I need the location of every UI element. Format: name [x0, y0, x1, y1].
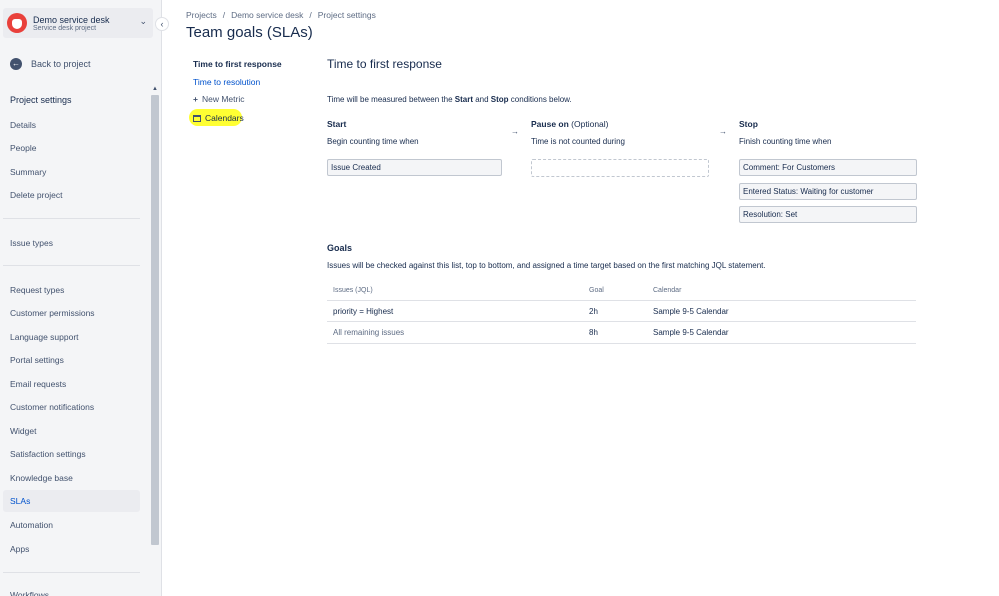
app-root: Demo service desk Service desk project ⌄… [0, 0, 999, 596]
arrow-right-icon: → [719, 127, 727, 136]
scroll-up-icon[interactable]: ▲ [150, 84, 160, 94]
sidebar-item-knowledge-base[interactable]: Knowledge base [3, 467, 140, 489]
sidebar-item-apps[interactable]: Apps [3, 538, 140, 560]
breadcrumb-projects[interactable]: Projects [186, 10, 217, 20]
goal-calendar: Sample 9-5 Calendar [653, 328, 729, 337]
arrow-left-icon: ← [10, 57, 22, 70]
goal-jql: priority = Highest [333, 307, 394, 316]
sidebar-item-email-requests[interactable]: Email requests [3, 373, 140, 395]
sidebar-item-customer-notifications[interactable]: Customer notifications [3, 396, 140, 418]
sidebar-divider [3, 265, 140, 266]
sidebar-item-people[interactable]: People [3, 137, 140, 159]
goals-description: Issues will be checked against this list… [327, 261, 766, 270]
pause-optional-label: (Optional) [571, 119, 609, 129]
back-to-project-link[interactable]: ← Back to project [10, 55, 91, 70]
sidebar-item-request-types[interactable]: Request types [3, 279, 140, 301]
collapse-sidebar-button[interactable]: ‹ [155, 17, 169, 31]
sidebar-item-portal-settings[interactable]: Portal settings [3, 349, 140, 371]
pause-condition-dropzone[interactable] [531, 159, 709, 177]
goals-header-calendar: Calendar [653, 287, 682, 294]
sidebar-item-workflows[interactable]: Workflows [3, 584, 140, 596]
breadcrumb: Projects / Demo service desk / Project setti… [186, 10, 376, 20]
stop-title: Stop [739, 119, 758, 129]
sidebar-divider [3, 572, 140, 573]
goals-title: Goals [327, 243, 353, 253]
sla-description: Time will be measured between the Start … [327, 95, 572, 104]
metric-time-to-resolution[interactable]: Time to resolution [193, 77, 260, 87]
goal-jql: All remaining issues [333, 328, 405, 337]
plus-icon: + [193, 94, 198, 104]
pause-title-label: Pause on [531, 119, 569, 129]
calendar-icon [193, 115, 201, 122]
project-type: Service desk project [33, 25, 97, 32]
goal-target: 2h [589, 307, 598, 316]
stop-condition[interactable]: Comment: For Customers [739, 159, 917, 176]
goals-header-issues: Issues (JQL) [333, 287, 373, 294]
sidebar-item-slas[interactable]: SLAs [3, 490, 140, 512]
arrow-right-icon: → [511, 127, 519, 136]
calendars-link[interactable]: Calendars [193, 113, 244, 123]
goals-header-divider [327, 300, 916, 301]
chevron-down-icon: ⌄ [139, 16, 147, 26]
sidebar-item-widget[interactable]: Widget [3, 420, 140, 442]
sidebar-item-delete-project[interactable]: Delete project [3, 184, 140, 206]
stop-subtitle: Finish counting time when [739, 137, 832, 146]
project-switcher[interactable]: Demo service desk Service desk project ⌄ [3, 8, 153, 38]
breadcrumb-project[interactable]: Demo service desk [231, 10, 303, 20]
sla-title: Time to first response [327, 57, 442, 71]
stop-condition[interactable]: Entered Status: Waiting for customer [739, 183, 917, 200]
pause-subtitle: Time is not counted during [531, 137, 625, 146]
goal-calendar: Sample 9-5 Calendar [653, 307, 729, 316]
goal-target: 8h [589, 328, 598, 337]
goals-row-divider [327, 343, 916, 344]
sidebar-item-satisfaction-settings[interactable]: Satisfaction settings [3, 443, 140, 465]
sidebar-item-customer-permissions[interactable]: Customer permissions [3, 302, 140, 324]
calendars-label: Calendars [205, 113, 244, 123]
sidebar-item-language-support[interactable]: Language support [3, 326, 140, 348]
sla-desc-text: conditions below. [508, 95, 572, 104]
stop-condition[interactable]: Resolution: Set [739, 206, 917, 223]
sidebar: Demo service desk Service desk project ⌄… [0, 0, 162, 596]
sidebar-divider [3, 218, 140, 219]
start-subtitle: Begin counting time when [327, 137, 419, 146]
pause-title: Pause on (Optional) [531, 119, 609, 129]
start-title: Start [327, 119, 347, 129]
project-name: Demo service desk [33, 15, 110, 25]
page-title: Team goals (SLAs) [186, 24, 313, 41]
sla-desc-stop: Stop [490, 95, 509, 104]
sla-desc-text: and [473, 95, 491, 104]
sla-desc-text: Time will be measured between the [327, 95, 455, 104]
new-metric-label: New Metric [201, 94, 245, 104]
sidebar-item-summary[interactable]: Summary [3, 161, 140, 183]
goals-row-divider [327, 321, 916, 322]
back-to-project-label: Back to project [31, 58, 91, 69]
new-metric-button[interactable]: + New Metric [193, 94, 244, 104]
breadcrumb-project-settings[interactable]: Project settings [318, 10, 376, 20]
sidebar-scroll-thumb[interactable] [151, 95, 159, 545]
sidebar-item-details[interactable]: Details [3, 114, 140, 136]
sla-desc-start: Start [454, 95, 473, 104]
sidebar-item-issue-types[interactable]: Issue types [3, 232, 140, 254]
start-condition[interactable]: Issue Created [327, 159, 502, 176]
sidebar-item-automation[interactable]: Automation [3, 514, 140, 536]
section-title: Project settings [10, 95, 72, 105]
project-avatar [7, 13, 27, 33]
goals-header-goal: Goal [589, 287, 604, 294]
metric-time-to-first-response[interactable]: Time to first response [193, 59, 282, 69]
